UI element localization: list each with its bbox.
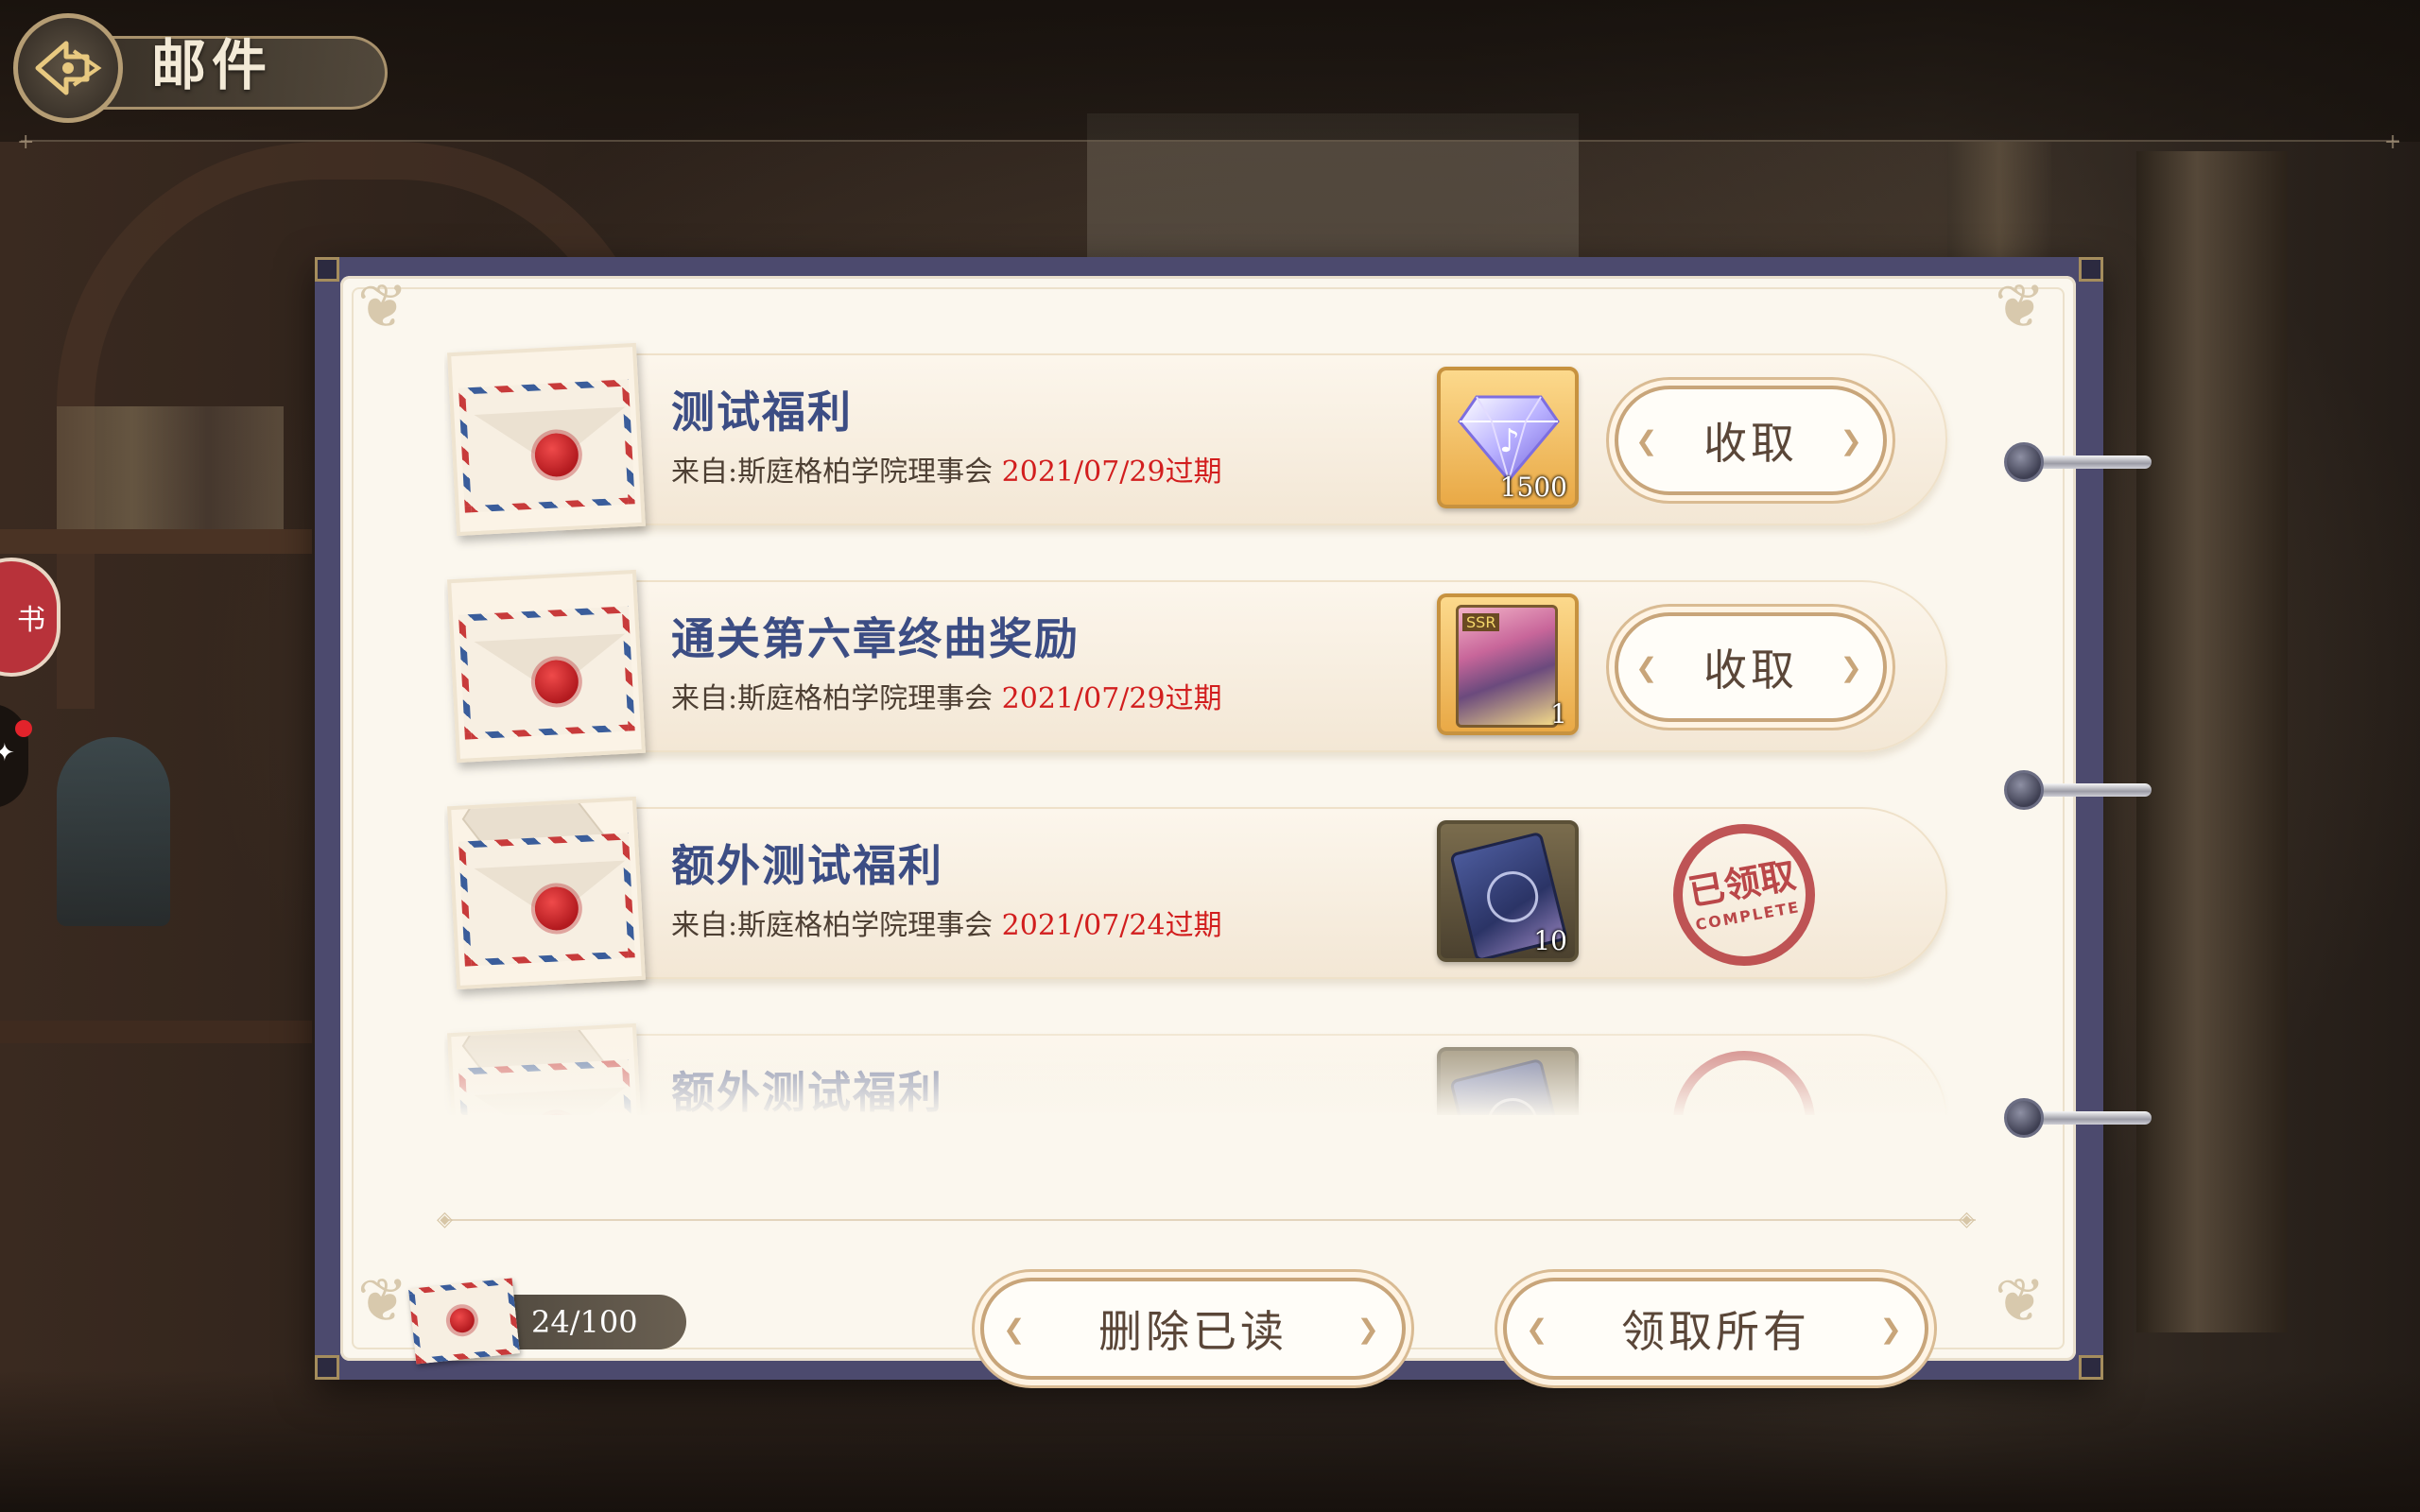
binder-ring bbox=[2004, 770, 2155, 814]
binder-corner bbox=[315, 1355, 339, 1380]
side-book-button[interactable]: 书 bbox=[0, 558, 60, 677]
mail-title: 通关第六章终曲奖励 bbox=[671, 613, 1080, 664]
side-book-label: 书 bbox=[17, 604, 45, 637]
mail-expiry: 2021/07/29过期 bbox=[1001, 455, 1222, 489]
mail-expiry: 2021/07/29过期 bbox=[1001, 682, 1222, 715]
mail-title: 额外测试福利 bbox=[671, 840, 943, 891]
claim-button-label: 收取 bbox=[1703, 418, 1798, 469]
mail-title: 额外测试福利 bbox=[671, 1067, 943, 1115]
button-ornament-icon: ❯ bbox=[1840, 425, 1866, 456]
delete-read-label: 删除已读 bbox=[1098, 1306, 1288, 1357]
binder-corner bbox=[315, 257, 339, 282]
ticket-icon bbox=[1449, 1057, 1568, 1115]
button-ornament-icon: ❯ bbox=[1357, 1314, 1383, 1345]
background-floor bbox=[0, 1370, 2420, 1512]
sparkle-icon: ✦ bbox=[0, 739, 15, 767]
claim-button[interactable]: ❮ 收取 ❯ bbox=[1615, 386, 1887, 495]
reward-item[interactable] bbox=[1437, 1047, 1579, 1115]
button-ornament-icon: ❮ bbox=[1526, 1314, 1552, 1345]
button-ornament-icon: ❯ bbox=[1879, 1314, 1906, 1345]
background-shelf bbox=[0, 1021, 312, 1043]
claim-button[interactable]: ❮ 收取 ❯ bbox=[1615, 612, 1887, 722]
corner-plus-icon: + bbox=[2384, 130, 2402, 154]
binder-ring bbox=[2004, 1098, 2155, 1142]
corner-flourish-icon: ❦ bbox=[357, 1266, 408, 1336]
mail-sender-text: 来自:斯庭格柏学院理事会 bbox=[671, 682, 994, 715]
envelope-icon bbox=[447, 342, 646, 537]
corner-flourish-icon: ❦ bbox=[1995, 272, 2046, 342]
svg-text:♪: ♪ bbox=[1499, 422, 1520, 460]
background-books bbox=[57, 406, 284, 548]
notification-dot bbox=[15, 720, 32, 737]
mail-item[interactable]: 通关第六章终曲奖励 来自:斯庭格柏学院理事会 2021/07/29过期 SSR … bbox=[444, 567, 1966, 765]
opened-envelope-icon bbox=[447, 796, 646, 990]
back-arrow-icon bbox=[35, 41, 102, 95]
mail-sender: 来自:斯庭格柏学院理事会 2021/07/29过期 bbox=[671, 448, 1222, 490]
rarity-tag: SSR bbox=[1462, 613, 1500, 631]
binder-corner bbox=[2079, 257, 2103, 282]
back-button[interactable] bbox=[13, 13, 123, 123]
binder-corner bbox=[2079, 1355, 2103, 1380]
reward-item[interactable]: ♪ 1500 bbox=[1437, 367, 1579, 508]
page-title: 邮件 bbox=[151, 33, 273, 97]
delete-read-button[interactable]: ❮ 删除已读 ❯ bbox=[980, 1278, 1406, 1380]
footer-divider bbox=[444, 1219, 1976, 1221]
reward-count: 10 bbox=[1533, 925, 1567, 956]
claim-button-label: 收取 bbox=[1703, 644, 1798, 696]
reward-item[interactable]: 10 bbox=[1437, 820, 1579, 962]
mail-sender: 来自:斯庭格柏学院理事会 2021/07/29过期 bbox=[671, 675, 1222, 716]
top-bar-divider bbox=[21, 140, 2399, 142]
binder-ring bbox=[2004, 442, 2155, 486]
character-card-icon: SSR bbox=[1456, 605, 1558, 728]
diamond-gem-icon: ♪ bbox=[1458, 395, 1560, 484]
mail-sender-text: 来自:斯庭格柏学院理事会 bbox=[671, 909, 994, 942]
claim-all-button[interactable]: ❮ 领取所有 ❯ bbox=[1503, 1278, 1928, 1380]
mail-item[interactable]: 额外测试福利 bbox=[444, 1021, 1966, 1115]
envelope-icon bbox=[408, 1278, 520, 1365]
claim-all-label: 领取所有 bbox=[1621, 1306, 1810, 1357]
button-ornament-icon: ❮ bbox=[1003, 1314, 1029, 1345]
mail-item[interactable]: 测试福利 来自:斯庭格柏学院理事会 2021/07/29过期 ♪ 1500 ❮ … bbox=[444, 340, 1966, 539]
opened-envelope-icon bbox=[447, 1022, 646, 1115]
corner-flourish-icon: ❦ bbox=[1995, 1266, 2046, 1336]
button-ornament-icon: ❮ bbox=[1635, 425, 1662, 456]
corner-plus-icon: + bbox=[17, 130, 35, 154]
background-shelf bbox=[0, 529, 312, 554]
background-lamp bbox=[57, 737, 170, 926]
mail-list[interactable]: 测试福利 来自:斯庭格柏学院理事会 2021/07/29过期 ♪ 1500 ❮ … bbox=[444, 340, 1976, 1115]
button-ornament-icon: ❯ bbox=[1840, 652, 1866, 683]
reward-count: 1 bbox=[1550, 698, 1567, 730]
corner-flourish-icon: ❦ bbox=[357, 272, 408, 342]
mail-title: 测试福利 bbox=[671, 387, 853, 438]
mail-item[interactable]: 额外测试福利 来自:斯庭格柏学院理事会 2021/07/24过期 10 已领取 … bbox=[444, 794, 1966, 992]
button-ornament-icon: ❮ bbox=[1635, 652, 1662, 683]
mail-sender: 来自:斯庭格柏学院理事会 2021/07/24过期 bbox=[671, 902, 1222, 943]
mail-expiry: 2021/07/24过期 bbox=[1001, 909, 1222, 942]
mail-sender-text: 来自:斯庭格柏学院理事会 bbox=[671, 455, 994, 489]
divider-ornament-icon: ◈ bbox=[437, 1208, 453, 1231]
background-column bbox=[2136, 151, 2288, 1332]
reward-count: 1500 bbox=[1499, 472, 1567, 503]
reward-item[interactable]: SSR 1 bbox=[1437, 593, 1579, 735]
divider-ornament-icon: ◈ bbox=[1959, 1208, 1975, 1231]
envelope-icon bbox=[447, 569, 646, 764]
